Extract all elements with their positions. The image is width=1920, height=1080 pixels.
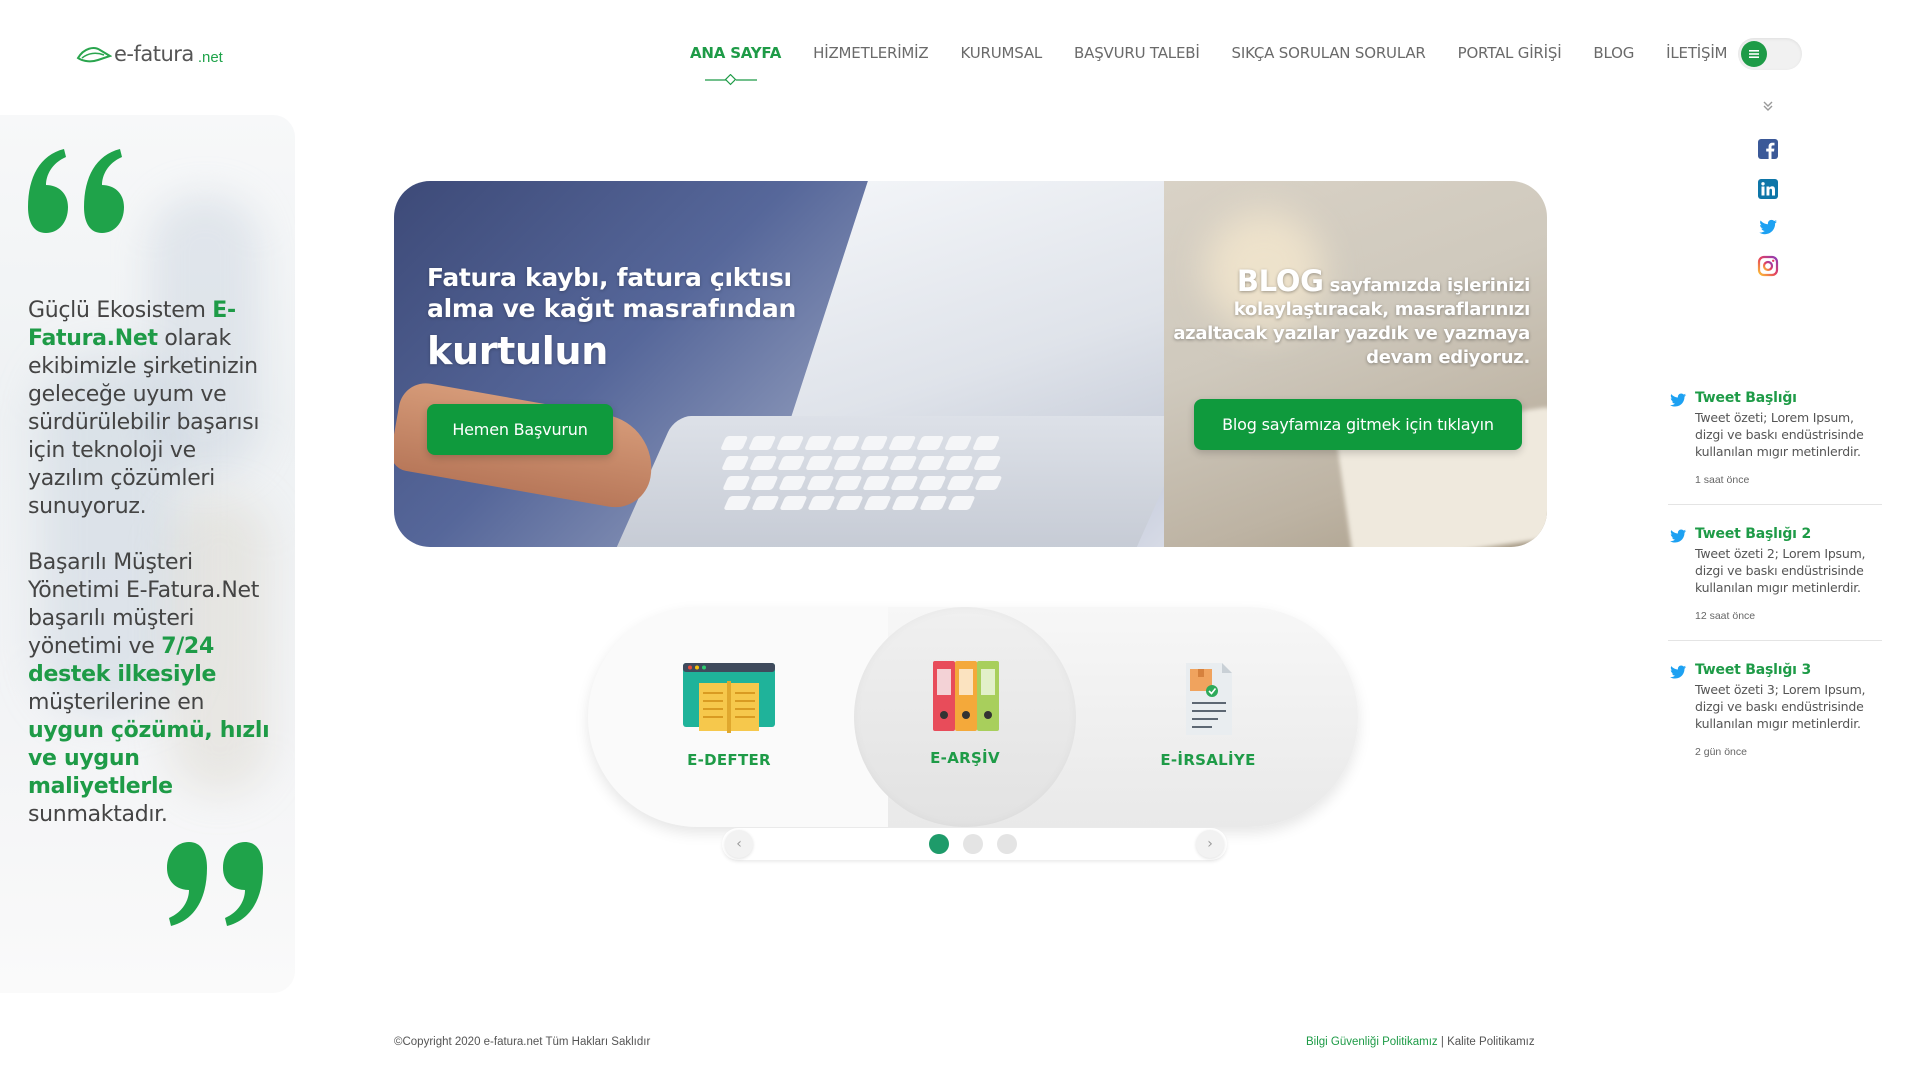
hero-title-emphasis: kurtulun	[427, 329, 609, 373]
service-label: E-ARŞİV	[930, 749, 1000, 767]
tweet-time: 1 saat önce	[1695, 474, 1750, 486]
quote-panel: Güçlü Ekosistem E-Fatura.Net olarak ekib…	[0, 115, 295, 993]
logo-text: e-fatura	[114, 42, 194, 66]
carousel-controls: ‹ ›	[722, 828, 1227, 860]
chevron-double-down-icon[interactable]	[1760, 98, 1776, 114]
carousel-dot-1[interactable]	[929, 834, 949, 854]
carousel-dot-3[interactable]	[997, 834, 1017, 854]
quote-open-icon	[28, 149, 124, 233]
binders-icon	[933, 661, 999, 731]
apply-now-button[interactable]: Hemen Başvurun	[427, 404, 613, 455]
tweet-title: Tweet Başlığı 3	[1695, 662, 1811, 678]
quote-paragraph-2: Başarılı Müşteri Yönetimi E-Fatura.Net b…	[28, 550, 270, 827]
divider	[1668, 504, 1882, 505]
carousel-next-button[interactable]: ›	[1196, 830, 1224, 858]
twitter-icon[interactable]	[1757, 216, 1779, 238]
carousel-dot-2[interactable]	[963, 834, 983, 854]
quote-close-icon	[167, 842, 263, 926]
nav-portal-login[interactable]: PORTAL GİRİŞİ	[1458, 44, 1562, 62]
service-label: E-DEFTER	[687, 751, 771, 769]
service-e-defter[interactable]: E-DEFTER	[664, 659, 794, 769]
nav-services[interactable]: HİZMETLERİMİZ	[813, 44, 928, 62]
menu-icon	[1741, 41, 1767, 67]
security-policy-link[interactable]: Bilgi Güvenliği Politikamız	[1306, 1036, 1438, 1048]
services-carousel: E-DEFTER E-ARŞİV E-İRSALİYE	[588, 607, 1358, 827]
nav-contact[interactable]: İLETİŞİM	[1666, 44, 1727, 62]
footer-links: Bilgi Güvenliği Politikamız | Kalite Pol…	[1306, 1036, 1535, 1048]
nav-application[interactable]: BAŞVURU TALEBİ	[1074, 44, 1200, 62]
divider	[1668, 640, 1882, 641]
blog-promo-text: BLOG sayfamızda işlerinizi kolaylaştırac…	[1173, 264, 1530, 369]
menu-toggle[interactable]	[1738, 38, 1802, 70]
service-e-irsaliye[interactable]: E-İRSALİYE	[1143, 659, 1273, 769]
nav-blog[interactable]: BLOG	[1593, 44, 1634, 62]
twitter-icon	[1670, 529, 1687, 543]
tweet-body: Tweet özeti; Lorem Ipsum, dizgi ve baskı…	[1695, 410, 1864, 459]
go-to-blog-button[interactable]: Blog sayfamıza gitmek için tıklayın	[1194, 399, 1522, 450]
nav-home[interactable]: ANA SAYFA	[690, 44, 781, 86]
quality-policy-link[interactable]: Kalite Politikamız	[1447, 1036, 1535, 1048]
linkedin-icon[interactable]	[1757, 178, 1779, 200]
twitter-icon	[1670, 665, 1687, 679]
service-label: E-İRSALİYE	[1160, 751, 1256, 769]
main-nav: ANA SAYFA HİZMETLERİMİZ KURUMSAL BAŞVURU…	[690, 44, 1759, 86]
logo-tld: .net	[197, 48, 223, 66]
document-icon	[1186, 663, 1232, 735]
site-logo[interactable]: e-fatura .net	[76, 40, 223, 68]
tweet-title: Tweet Başlığı 2	[1695, 526, 1811, 542]
tweet-title: Tweet Başlığı	[1695, 390, 1797, 406]
footer-separator: |	[1437, 1036, 1448, 1048]
tweet-body: Tweet özeti 3; Lorem Ipsum, dizgi ve bas…	[1695, 682, 1866, 731]
quote-paragraph-1: Güçlü Ekosistem E-Fatura.Net olarak ekib…	[28, 298, 260, 519]
book-icon	[683, 663, 775, 733]
instagram-icon[interactable]	[1757, 255, 1779, 277]
carousel-prev-button[interactable]: ‹	[725, 830, 753, 858]
nav-active-underline	[705, 74, 757, 86]
tweet-time: 12 saat önce	[1695, 610, 1756, 622]
copyright-text: ©Copyright 2020 e-fatura.net Tüm Hakları…	[394, 1036, 651, 1048]
logo-mark-icon	[76, 47, 112, 63]
tweet-body: Tweet özeti 2; Lorem Ipsum, dizgi ve bas…	[1695, 546, 1866, 595]
hero-title: Fatura kaybı, fatura çıktısı alma ve kağ…	[427, 262, 847, 376]
quote-text: Güçlü Ekosistem E-Fatura.Net olarak ekib…	[28, 297, 278, 829]
nav-faq[interactable]: SIKÇA SORULAN SORULAR	[1232, 44, 1426, 62]
tweet-time: 2 gün önce	[1695, 746, 1747, 758]
nav-corporate[interactable]: KURUMSAL	[960, 44, 1042, 62]
twitter-icon	[1670, 393, 1687, 407]
hero-banner: Fatura kaybı, fatura çıktısı alma ve kağ…	[394, 181, 1547, 547]
facebook-icon[interactable]	[1757, 138, 1779, 160]
service-e-arsiv[interactable]: E-ARŞİV	[900, 657, 1030, 767]
